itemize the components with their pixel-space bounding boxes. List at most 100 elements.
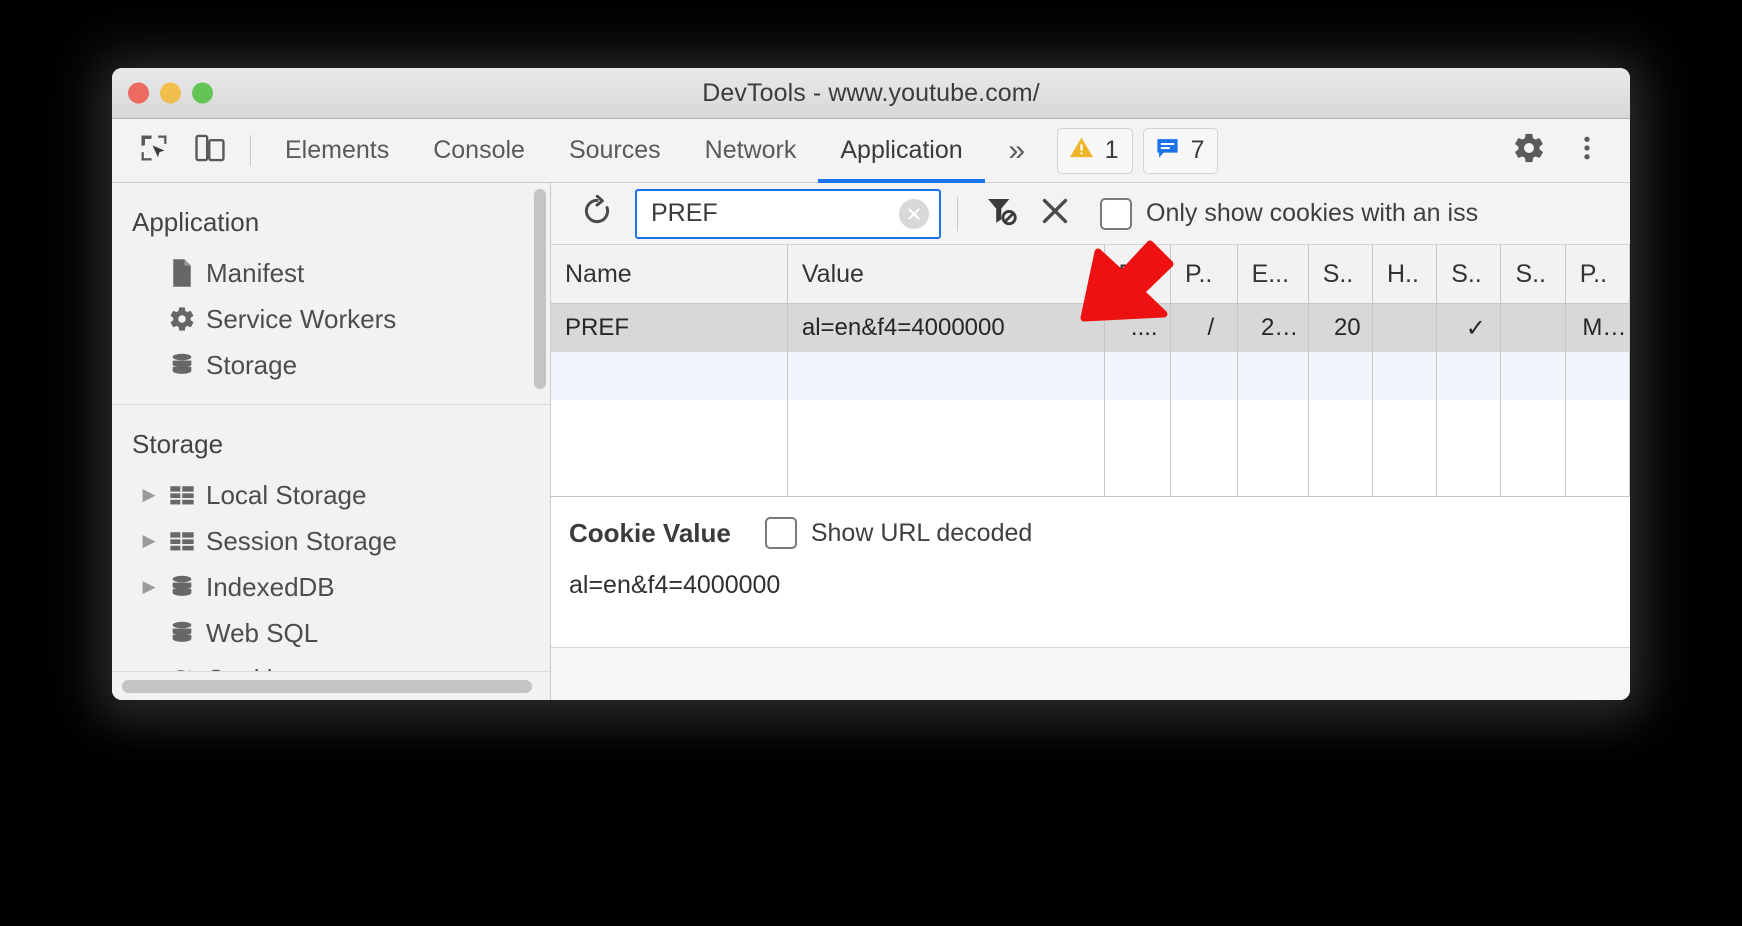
table-icon bbox=[162, 483, 202, 507]
cell-empty bbox=[787, 448, 1105, 496]
gear-icon bbox=[1512, 131, 1546, 170]
cell-secure: ✓ bbox=[1436, 303, 1502, 352]
more-tabs-button[interactable]: » bbox=[985, 119, 1049, 182]
zoom-window-button[interactable] bbox=[192, 82, 213, 104]
screenshot-root: DevTools - www.youtube.com/ Elements Con… bbox=[0, 0, 1742, 926]
sidebar-item-label: Storage bbox=[206, 349, 298, 380]
table-row[interactable]: PREF al=en&f4=4000000 .... / 2… 20 ✓ M… bbox=[551, 303, 1630, 352]
sidebar-item-storage[interactable]: Storage bbox=[112, 342, 550, 388]
chevron-right-icon[interactable]: ▶ bbox=[136, 531, 162, 551]
sidebar-section-title-storage: Storage bbox=[132, 429, 224, 459]
cookies-panel: Only show cookies with an iss bbox=[551, 183, 1630, 700]
warnings-count: 1 bbox=[1104, 136, 1119, 164]
sidebar-item-label: Web SQL bbox=[206, 617, 319, 648]
column-header-value[interactable]: Value bbox=[787, 245, 1105, 304]
only-issues-checkbox[interactable] bbox=[1100, 197, 1132, 230]
cell-empty bbox=[1436, 448, 1502, 496]
tab-network-label: Network bbox=[704, 136, 797, 164]
cell-empty bbox=[1308, 400, 1373, 448]
cell-httponly bbox=[1372, 303, 1438, 352]
warning-icon bbox=[1068, 134, 1095, 168]
traffic-lights bbox=[128, 82, 213, 104]
close-window-button[interactable] bbox=[128, 82, 149, 104]
tab-sources-label: Sources bbox=[568, 136, 661, 164]
column-header-samesite[interactable]: S.. bbox=[1500, 245, 1566, 304]
inspect-element-icon bbox=[137, 131, 171, 170]
device-toolbar-button[interactable] bbox=[182, 119, 238, 182]
column-header-path[interactable]: P.. bbox=[1170, 245, 1238, 304]
cell-empty bbox=[1104, 400, 1172, 448]
minimize-window-button[interactable] bbox=[160, 82, 181, 104]
cell-priority: M… bbox=[1565, 303, 1630, 352]
cell-empty bbox=[551, 400, 788, 448]
warnings-badge[interactable]: 1 bbox=[1056, 127, 1133, 174]
inspect-element-button[interactable] bbox=[126, 119, 182, 182]
cell-empty bbox=[1565, 400, 1630, 448]
sidebar-item-label: Service Workers bbox=[206, 303, 397, 334]
cell-empty bbox=[1104, 448, 1172, 496]
cell-empty bbox=[1372, 352, 1438, 400]
cookie-value-preview: Cookie Value Show URL decoded al=en&f4=4… bbox=[551, 496, 1630, 647]
sidebar-item-service-workers[interactable]: Service Workers bbox=[112, 296, 550, 342]
clear-filter-button[interactable] bbox=[974, 187, 1028, 241]
messages-badge[interactable]: 7 bbox=[1142, 127, 1219, 174]
cell-empty bbox=[1237, 400, 1309, 448]
refresh-icon bbox=[580, 194, 614, 233]
cookies-table-container[interactable]: Name Value D.. P.. E... S.. H.. S.. S.. … bbox=[551, 245, 1630, 496]
cell-size: 20 bbox=[1308, 303, 1373, 352]
tab-network[interactable]: Network bbox=[683, 119, 819, 182]
tab-sources[interactable]: Sources bbox=[547, 119, 683, 182]
cell-samesite bbox=[1500, 303, 1566, 352]
chevron-right-icon[interactable]: ▶ bbox=[136, 485, 162, 505]
column-header-secure[interactable]: S.. bbox=[1436, 245, 1502, 304]
customize-menu-button[interactable] bbox=[1558, 119, 1616, 183]
message-icon bbox=[1154, 134, 1181, 168]
chevron-double-right-icon: » bbox=[1008, 133, 1026, 167]
refresh-button[interactable] bbox=[569, 186, 625, 242]
panel-footer bbox=[551, 647, 1630, 700]
search-input[interactable] bbox=[637, 190, 939, 237]
cell-empty bbox=[1500, 352, 1566, 400]
column-header-expires[interactable]: E... bbox=[1237, 245, 1309, 304]
cell-empty bbox=[1565, 448, 1630, 496]
cell-empty bbox=[1170, 400, 1238, 448]
sidebar-horizontal-scrollbar[interactable] bbox=[122, 680, 532, 693]
window-title: DevTools - www.youtube.com/ bbox=[702, 78, 1040, 107]
sidebar-item-indexeddb[interactable]: ▶ IndexedDB bbox=[112, 564, 550, 610]
clear-input-icon[interactable] bbox=[899, 198, 929, 229]
sidebar-section-title-application: Application bbox=[132, 207, 260, 237]
column-header-httponly[interactable]: H.. bbox=[1372, 245, 1438, 304]
cookie-filter-field[interactable] bbox=[635, 188, 941, 239]
gear-icon bbox=[162, 305, 202, 333]
sidebar-item-label: Manifest bbox=[206, 257, 305, 288]
table-row[interactable] bbox=[551, 448, 1630, 496]
show-url-decoded-label: Show URL decoded bbox=[810, 518, 1033, 547]
only-issues-label: Only show cookies with an iss bbox=[1146, 199, 1479, 227]
sidebar-item-session-storage[interactable]: ▶ Session Storage bbox=[112, 518, 550, 564]
cell-empty bbox=[1436, 352, 1502, 400]
tab-console[interactable]: Console bbox=[411, 119, 547, 182]
settings-button[interactable] bbox=[1500, 119, 1558, 183]
chevron-right-icon[interactable]: ▶ bbox=[136, 577, 162, 597]
table-row[interactable] bbox=[551, 352, 1630, 400]
column-header-priority[interactable]: P.. bbox=[1565, 245, 1630, 304]
sidebar-item-manifest[interactable]: Manifest bbox=[112, 250, 550, 296]
clear-all-cookies-button[interactable] bbox=[1028, 187, 1082, 241]
only-issues-checkbox-row[interactable]: Only show cookies with an iss bbox=[1100, 197, 1479, 230]
column-header-name[interactable]: Name bbox=[551, 245, 788, 304]
cell-domain: .... bbox=[1104, 303, 1172, 352]
show-url-decoded-row[interactable]: Show URL decoded bbox=[764, 517, 1033, 549]
sidebar-item-local-storage[interactable]: ▶ Local Storage bbox=[112, 472, 550, 518]
tab-elements[interactable]: Elements bbox=[263, 119, 411, 182]
table-row[interactable] bbox=[551, 400, 1630, 448]
column-header-size[interactable]: S.. bbox=[1308, 245, 1373, 304]
database-icon bbox=[162, 619, 202, 647]
application-sidebar[interactable]: Application Manifest Service Workers Sto… bbox=[112, 183, 551, 700]
cookies-filter-toolbar: Only show cookies with an iss bbox=[551, 183, 1630, 245]
show-url-decoded-checkbox[interactable] bbox=[764, 517, 797, 549]
sidebar-item-web-sql[interactable]: ▶ Web SQL bbox=[112, 610, 550, 656]
column-header-domain[interactable]: D.. bbox=[1104, 245, 1172, 304]
cell-value: al=en&f4=4000000 bbox=[787, 303, 1105, 352]
sidebar-vertical-scrollbar[interactable] bbox=[534, 189, 546, 389]
tab-application[interactable]: Application bbox=[818, 119, 985, 183]
